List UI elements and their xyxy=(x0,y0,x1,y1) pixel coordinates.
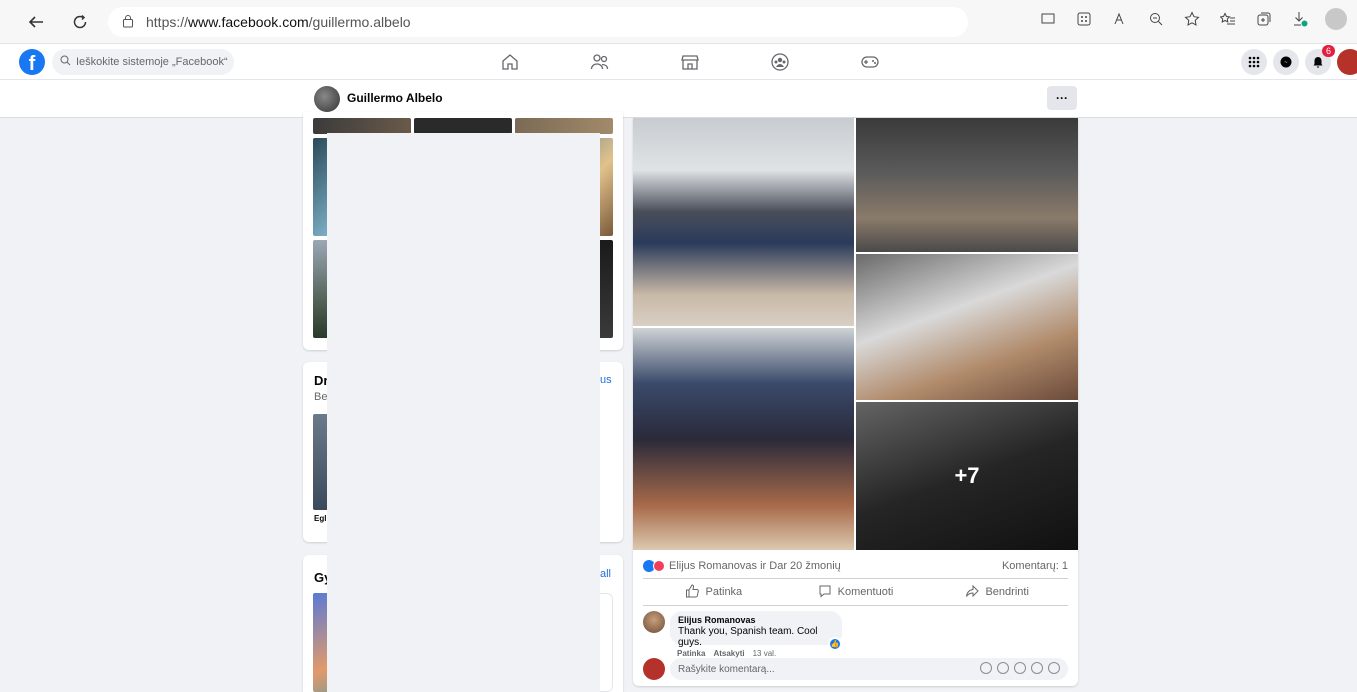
url-prefix: https:// xyxy=(146,14,189,30)
marketplace-icon[interactable] xyxy=(678,50,702,74)
share-arrow-icon xyxy=(965,584,980,601)
reactions-text: Elijus Romanovas ir Dar 20 žmonių xyxy=(669,560,841,572)
home-icon[interactable] xyxy=(498,50,522,74)
friends-card-subtitle: Be xyxy=(314,391,328,403)
back-arrow-icon[interactable] xyxy=(22,8,50,36)
url-path: /guillermo.albelo xyxy=(308,14,411,30)
notifications-badge: 6 xyxy=(1321,45,1335,57)
fb-account-avatar[interactable] xyxy=(1337,49,1357,75)
photo-thumb[interactable] xyxy=(515,118,613,134)
downloads-icon[interactable] xyxy=(1289,8,1311,30)
post-card: +7 Elijus Romanovas ir Dar 20 žmonių Kom… xyxy=(633,118,1078,686)
facebook-logo[interactable]: f xyxy=(19,49,45,75)
share-label: Bendrinti xyxy=(985,586,1029,598)
see-all-groups-link[interactable]: all xyxy=(600,568,611,580)
read-aloud-icon[interactable] xyxy=(1109,8,1131,30)
comment-button[interactable]: Komentuoti xyxy=(785,579,927,605)
cast-icon[interactable] xyxy=(1037,8,1059,30)
post-photo-5[interactable]: +7 xyxy=(856,402,1078,550)
messenger-icon[interactable] xyxy=(1273,49,1299,75)
post-actions: Patinka Komentuoti Bendrinti xyxy=(643,578,1068,606)
browser-extensions xyxy=(1037,8,1347,30)
like-label: Patinka xyxy=(705,586,743,598)
zoom-icon[interactable] xyxy=(1145,8,1167,30)
profile-header-strip: Guillermo Albelo ··· xyxy=(0,80,1357,118)
see-all-friends-link[interactable]: us xyxy=(600,374,612,386)
write-comment-row: Rašykite komentarą... xyxy=(643,658,1068,680)
comment-bubble: Elijus Romanovas Thank you, Spanish team… xyxy=(670,611,842,648)
share-button[interactable]: Bendrinti xyxy=(926,579,1068,605)
lock-icon xyxy=(122,14,134,31)
comment-time[interactable]: 13 val. xyxy=(753,649,777,658)
current-user-avatar xyxy=(643,658,665,680)
avatar-sticker-icon[interactable] xyxy=(980,662,992,674)
comment-label: Komentuoti xyxy=(837,586,894,598)
comment-meta: Patinka Atsakyti 13 val. xyxy=(677,649,776,658)
address-bar[interactable]: https://www.facebook.com/guillermo.albel… xyxy=(108,7,968,37)
fb-search-input[interactable]: Ieškokite sistemoje „Facebook“ xyxy=(52,49,234,75)
thumbs-up-icon xyxy=(685,583,700,601)
friends-icon[interactable] xyxy=(588,50,612,74)
comment-reply-link[interactable]: Atsakyti xyxy=(713,649,744,658)
favorite-star-icon[interactable] xyxy=(1181,8,1203,30)
post-photo-1[interactable] xyxy=(633,118,854,326)
url-domain: www.facebook.com xyxy=(188,14,309,30)
like-button[interactable]: Patinka xyxy=(643,579,785,605)
menu-grid-icon[interactable] xyxy=(1241,49,1267,75)
photo-thumb[interactable] xyxy=(313,118,411,134)
comment-tools xyxy=(980,662,1060,674)
post-photo-4[interactable] xyxy=(633,328,854,550)
profile-name[interactable]: Guillermo Albelo xyxy=(347,91,443,105)
search-placeholder: Ieškokite sistemoje „Facebook“ xyxy=(76,56,228,68)
comment-like-icon: 👍 xyxy=(828,637,842,651)
commenter-name[interactable]: Elijus Romanovas xyxy=(678,615,834,625)
profile-more-button[interactable]: ··· xyxy=(1047,86,1077,110)
notifications-bell-icon[interactable]: 6 xyxy=(1305,45,1335,75)
more-photos-overlay[interactable]: +7 xyxy=(856,402,1078,550)
post-photo-3[interactable] xyxy=(856,254,1078,400)
photo-thumb[interactable] xyxy=(414,118,512,134)
browser-profile-avatar[interactable] xyxy=(1325,8,1347,30)
sticker-icon[interactable] xyxy=(1048,662,1060,674)
refresh-icon[interactable] xyxy=(66,8,94,36)
reactions-summary[interactable]: Elijus Romanovas ir Dar 20 žmonių Koment… xyxy=(643,556,1068,576)
facebook-logo-letter: f xyxy=(28,53,36,75)
gaming-icon[interactable] xyxy=(858,50,882,74)
write-comment-input[interactable]: Rašykite komentarą... xyxy=(670,658,1068,680)
profile-avatar[interactable] xyxy=(314,86,340,112)
comments-count[interactable]: Komentarų: 1 xyxy=(1002,560,1068,572)
search-icon xyxy=(60,55,71,69)
comment-bubble-icon xyxy=(818,584,832,601)
commenter-avatar[interactable] xyxy=(643,611,665,633)
collections-icon[interactable] xyxy=(1253,8,1275,30)
groups-icon[interactable] xyxy=(768,50,792,74)
fb-account-controls: 6 xyxy=(1241,45,1357,75)
emoji-icon[interactable] xyxy=(997,662,1009,674)
post-photo-2[interactable] xyxy=(856,118,1078,252)
favorites-list-icon[interactable] xyxy=(1217,8,1239,30)
comment-like-link[interactable]: Patinka xyxy=(677,649,705,658)
facebook-topbar: f Ieškokite sistemoje „Facebook“ 6 xyxy=(0,44,1357,80)
comment-text: Thank you, Spanish team. Cool guys. xyxy=(678,626,818,648)
blank-overlay-panel xyxy=(327,133,600,692)
apps-icon[interactable] xyxy=(1073,8,1095,30)
love-reaction-icon xyxy=(653,560,665,572)
write-comment-placeholder: Rašykite komentarą... xyxy=(678,663,775,675)
browser-toolbar: https://www.facebook.com/guillermo.albel… xyxy=(0,0,1357,44)
camera-icon[interactable] xyxy=(1014,662,1026,674)
friend-name[interactable]: Egl xyxy=(314,514,326,523)
gif-icon[interactable] xyxy=(1031,662,1043,674)
